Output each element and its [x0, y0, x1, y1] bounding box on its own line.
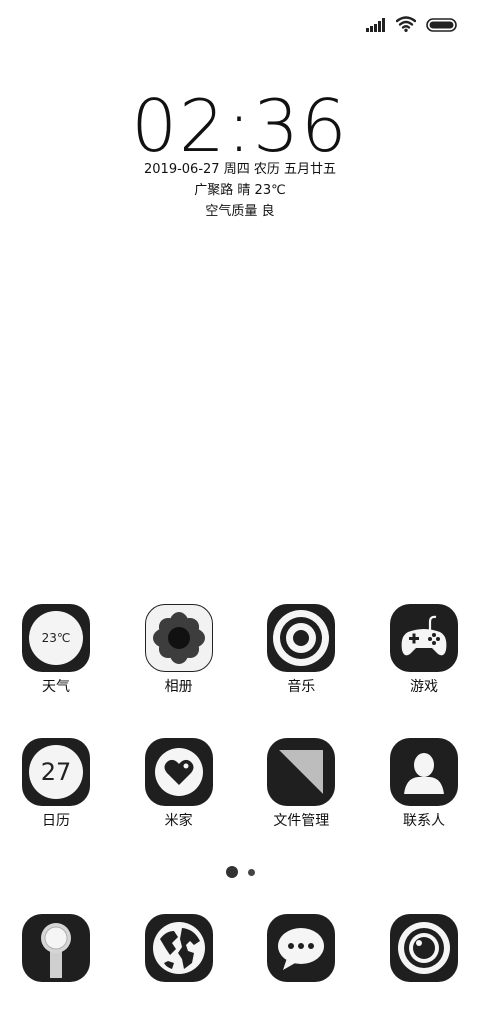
weather-icon-temp: 23℃	[41, 631, 71, 645]
app-games[interactable]: 游戏	[382, 604, 466, 696]
weather-icon: 23℃	[22, 604, 90, 672]
dock	[0, 914, 480, 982]
browser-globe-icon	[144, 914, 213, 982]
phone-icon	[22, 914, 90, 982]
file-manager-icon	[267, 738, 336, 806]
weather-line: 广聚路 晴 23℃	[194, 183, 286, 198]
dock-phone[interactable]	[14, 914, 98, 982]
battery-icon	[426, 17, 458, 36]
clock-time: 02:36	[131, 84, 349, 168]
app-weather[interactable]: 23℃ 天气	[14, 604, 98, 696]
app-music[interactable]: 音乐	[259, 604, 343, 696]
app-grid-row-1: 23℃ 天气 相册 音乐 游戏	[0, 604, 480, 696]
page-dot-active[interactable]	[225, 866, 238, 878]
app-label: 游戏	[409, 679, 438, 695]
app-label: 日历	[42, 813, 70, 829]
page-dot[interactable]	[247, 868, 255, 876]
clock-widget[interactable]: 02:36 2019-06-27 周四 农历 五月廿五 广聚路 晴 23℃ 空气…	[0, 88, 480, 222]
app-label: 相册	[164, 679, 193, 695]
app-mijia[interactable]: 米家	[137, 738, 221, 830]
dock-browser[interactable]	[137, 914, 221, 982]
gallery-icon	[144, 604, 213, 672]
calendar-icon: 27	[22, 738, 90, 806]
app-label: 音乐	[287, 679, 316, 695]
calendar-icon-day: 27	[40, 758, 72, 786]
app-label: 文件管理	[273, 813, 330, 829]
app-grid-row-2: 27 日历 米家 文件管理 联系人	[0, 738, 480, 830]
gamepad-icon	[389, 604, 458, 672]
contacts-icon	[389, 738, 458, 806]
app-label: 联系人	[402, 813, 445, 829]
air-quality-line: 空气质量 良	[205, 204, 275, 219]
app-file-manager[interactable]: 文件管理	[259, 738, 343, 830]
status-bar	[0, 0, 480, 52]
music-icon	[267, 604, 336, 672]
signal-icon	[366, 17, 386, 36]
mijia-heart-icon	[144, 738, 213, 806]
dock-camera[interactable]	[382, 914, 466, 982]
app-label: 米家	[164, 813, 193, 829]
dock-messages[interactable]	[259, 914, 343, 982]
wifi-icon	[395, 16, 417, 36]
app-calendar[interactable]: 27 日历	[14, 738, 98, 830]
status-icons	[366, 16, 458, 36]
app-contacts[interactable]: 联系人	[382, 738, 466, 830]
camera-icon	[389, 914, 458, 982]
app-label: 天气	[42, 679, 70, 695]
app-gallery[interactable]: 相册	[137, 604, 221, 696]
page-indicator[interactable]	[0, 866, 480, 878]
messages-icon	[267, 914, 336, 982]
